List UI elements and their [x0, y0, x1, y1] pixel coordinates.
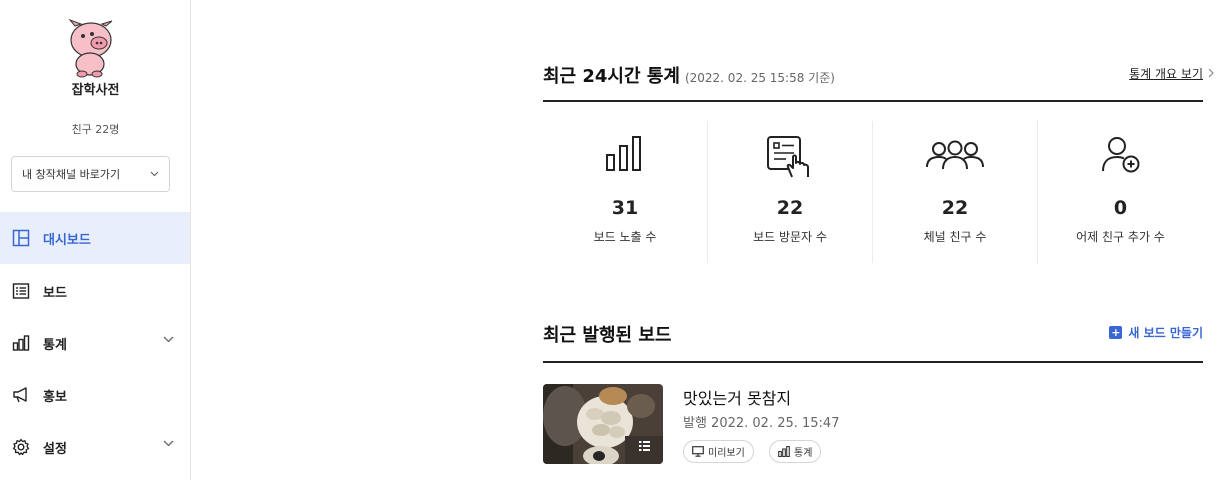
list-icon [11, 281, 31, 301]
plus-icon: + [1109, 326, 1123, 339]
stat-value: 31 [611, 197, 639, 219]
sidebar: 잡학사전 친구 22명 내 창작채널 바로가기 대시보드 보드 통계 홍보 설정 [0, 0, 191, 480]
group-icon [926, 140, 984, 170]
board-thumbnail[interactable] [543, 384, 663, 464]
chevron-down-icon [163, 440, 174, 447]
stat-channel-friends: 22 체널 친구 수 [873, 121, 1038, 263]
board-stats-button[interactable]: 통계 [769, 440, 822, 463]
boards-title: 최근 발행된 보드 [543, 325, 672, 346]
stat-board-visitors: 22 보드 방문자 수 [708, 121, 873, 263]
stat-board-impressions: 31 보드 노출 수 [543, 121, 708, 263]
monitor-icon [692, 446, 704, 457]
sidebar-item-label: 대시보드 [43, 232, 91, 248]
stat-friends-added-yesterday: 0 어제 친구 추가 수 [1038, 121, 1203, 263]
preview-label: 미리보기 [708, 448, 745, 459]
stats-timestamp: (2022. 02. 25 15:58 기준) [684, 71, 835, 85]
chart-icon [778, 446, 790, 457]
sidebar-item-stats[interactable]: 통계 [0, 317, 190, 369]
sidebar-item-dashboard[interactable]: 대시보드 [0, 212, 190, 264]
sidebar-item-label: 홍보 [43, 389, 67, 405]
boards-header: 최근 발행된 보드 [543, 321, 1203, 347]
stat-label: 보드 방문자 수 [753, 230, 827, 244]
channel-name: 잡학사전 [71, 83, 120, 98]
stat-label: 체널 친구 수 [923, 230, 987, 244]
new-board-label: 새 보드 만들기 [1128, 326, 1203, 340]
dashboard-icon [11, 228, 31, 248]
sidebar-item-label: 통계 [43, 337, 67, 353]
stats-overview-label: 통계 개요 보기 [1129, 67, 1203, 81]
chevron-down-icon [150, 171, 159, 177]
stats-title: 최근 24시간 통계 [543, 66, 680, 87]
preview-button[interactable]: 미리보기 [683, 440, 754, 463]
board-publish-date: 발행 2022. 02. 25. 15:47 [683, 416, 840, 431]
stats-header: 최근 24시간 통계 (2022. 02. 25 15:58 기준) [543, 62, 1203, 88]
sidebar-item-settings[interactable]: 설정 [0, 421, 190, 473]
stats-overview-link[interactable]: 통계 개요 보기 [1129, 65, 1203, 82]
stat-value: 22 [941, 197, 969, 219]
divider [543, 100, 1203, 102]
sidebar-item-label: 설정 [43, 441, 67, 457]
stats-grid: 31 보드 노출 수 22 보드 방문자 수 22 체널 친구 수 0 어제 친… [543, 121, 1203, 263]
stat-label: 보드 노출 수 [593, 230, 657, 244]
channel-shortcut-select[interactable]: 내 창작채널 바로가기 [11, 156, 170, 192]
pig-avatar[interactable] [66, 18, 116, 78]
divider [543, 361, 1203, 363]
gear-icon [11, 437, 31, 457]
sidebar-item-promotion[interactable]: 홍보 [0, 369, 190, 421]
board-stats-label: 통계 [794, 448, 813, 459]
bar-chart-icon [606, 136, 641, 171]
board-title[interactable]: 맛있는거 못참지 [683, 385, 791, 409]
add-user-icon [1101, 137, 1139, 173]
chevron-right-icon [1208, 68, 1214, 78]
friend-count: 친구 22명 [71, 123, 120, 136]
stat-value: 22 [776, 197, 804, 219]
sidebar-item-label: 보드 [43, 285, 67, 301]
megaphone-icon [11, 385, 31, 405]
click-board-icon [767, 136, 809, 178]
stat-value: 0 [1113, 197, 1128, 219]
chart-icon [11, 333, 31, 353]
channel-shortcut-label: 내 창작채널 바로가기 [22, 168, 121, 181]
sidebar-item-board[interactable]: 보드 [0, 265, 190, 317]
new-board-button[interactable]: + 새 보드 만들기 [1109, 324, 1203, 341]
stat-label: 어제 친구 추가 수 [1076, 230, 1165, 244]
chevron-down-icon [163, 336, 174, 343]
